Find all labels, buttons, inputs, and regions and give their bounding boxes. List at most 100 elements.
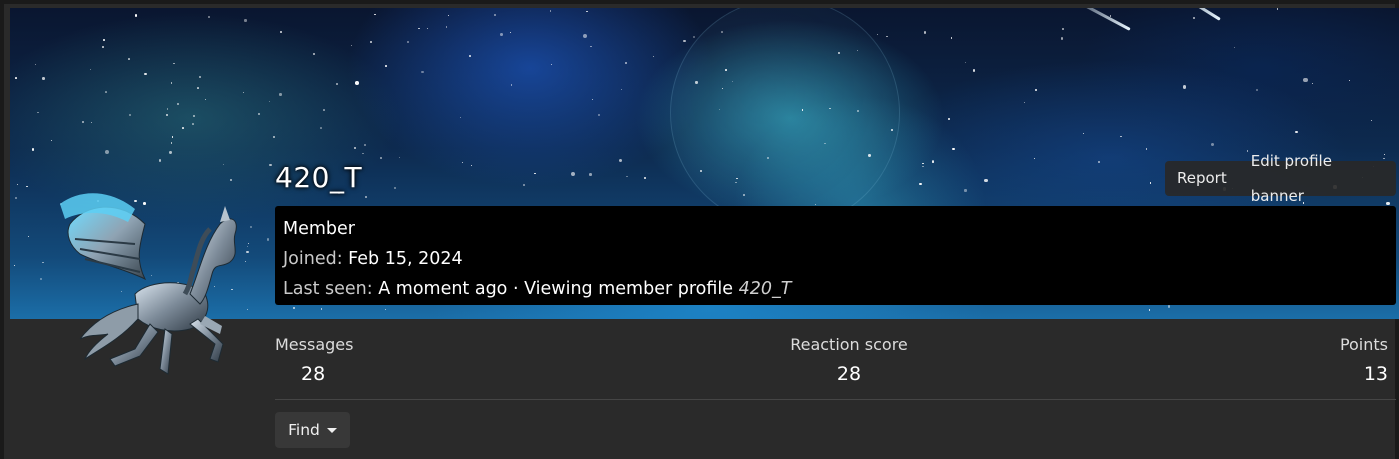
last-seen-label: Last seen:: [283, 279, 373, 299]
star-decoration: [1145, 148, 1147, 150]
report-button[interactable]: Report: [1165, 161, 1239, 196]
star-decoration: [384, 65, 387, 68]
star-decoration: [500, 32, 503, 36]
last-seen-activity: A moment ago · Viewing member profile: [378, 279, 734, 299]
star-decoration: [173, 62, 175, 64]
star-decoration: [571, 172, 576, 177]
star-decoration: [445, 26, 448, 28]
star-decoration: [509, 31, 511, 33]
star-decoration: [1083, 133, 1085, 135]
stat-reaction-score: Reaction score 28: [774, 334, 924, 388]
star-decoration: [692, 36, 695, 39]
star-decoration: [1349, 79, 1351, 82]
points-value[interactable]: 13: [1340, 360, 1388, 388]
star-decoration: [134, 14, 137, 17]
star-decoration: [354, 81, 359, 86]
profile-card: 420_T Report Edit profile banner Member …: [0, 0, 1399, 459]
star-decoration: [166, 108, 169, 110]
star-decoration: [459, 117, 461, 119]
star-decoration: [721, 31, 724, 33]
star-decoration: [1110, 15, 1112, 17]
star-decoration: [104, 91, 107, 93]
star-decoration: [1277, 8, 1279, 10]
edit-profile-banner-button[interactable]: Edit profile banner: [1239, 144, 1396, 214]
star-decoration: [193, 114, 196, 117]
star-decoration: [250, 226, 253, 229]
star-decoration: [37, 111, 39, 114]
star-decoration: [257, 112, 261, 116]
star-decoration: [394, 186, 397, 189]
find-dropdown-button[interactable]: Find: [275, 412, 350, 448]
star-decoration: [591, 98, 593, 100]
star-decoration: [620, 88, 623, 91]
joined-label: Joined:: [283, 249, 343, 269]
star-decoration: [279, 93, 282, 96]
star-decoration: [144, 72, 147, 76]
star-decoration: [886, 35, 888, 38]
star-decoration: [952, 147, 955, 151]
find-label: Find: [288, 421, 320, 439]
star-decoration: [15, 196, 17, 199]
star-decoration: [829, 107, 831, 110]
star-decoration: [922, 162, 924, 165]
star-decoration: [380, 156, 382, 159]
star-decoration: [31, 148, 35, 151]
star-decoration: [103, 39, 106, 41]
star-decoration: [351, 45, 353, 47]
star-decoration: [1303, 77, 1308, 82]
star-decoration: [856, 109, 860, 113]
star-decoration: [242, 92, 244, 94]
member-role: Member: [283, 219, 355, 239]
star-decoration: [1061, 37, 1064, 40]
star-decoration: [14, 77, 17, 80]
star-decoration: [165, 114, 168, 116]
star-decoration: [1148, 309, 1151, 311]
star-decoration: [964, 189, 967, 192]
star-decoration: [365, 195, 368, 198]
star-decoration: [1119, 135, 1122, 138]
star-decoration: [170, 142, 173, 144]
star-decoration: [1149, 182, 1152, 185]
stat-points: Points 13: [1340, 334, 1388, 388]
star-decoration: [923, 31, 927, 34]
joined-line: Joined: Feb 15, 2024: [283, 244, 1388, 274]
last-seen-line: Last seen: A moment ago · Viewing member…: [283, 274, 1388, 304]
star-decoration: [732, 80, 734, 82]
star-decoration: [1255, 88, 1258, 91]
star-decoration: [35, 63, 37, 65]
star-decoration: [272, 135, 276, 139]
star-decoration: [81, 120, 84, 123]
chevron-down-icon: [326, 428, 337, 433]
star-decoration: [589, 173, 592, 176]
star-decoration: [590, 45, 592, 48]
star-decoration: [222, 163, 225, 165]
star-decoration: [406, 40, 410, 44]
star-decoration: [279, 30, 282, 33]
star-decoration: [965, 61, 967, 64]
star-decoration: [766, 156, 769, 159]
star-decoration: [469, 54, 472, 57]
star-decoration: [26, 185, 28, 188]
star-decoration: [950, 37, 953, 39]
reaction-score-value[interactable]: 28: [774, 360, 924, 388]
last-seen-target-link[interactable]: 420_T: [739, 279, 792, 299]
joined-date: Feb 15, 2024: [348, 249, 463, 269]
winged-horse-avatar-icon[interactable]: [40, 184, 250, 389]
points-label: Points: [1339, 335, 1388, 354]
star-decoration: [695, 81, 698, 84]
star-decoration: [266, 238, 270, 241]
star-decoration: [208, 16, 211, 18]
star-decoration: [269, 100, 271, 102]
member-info-box: Member Joined: Feb 15, 2024 Last seen: A…: [275, 206, 1396, 305]
star-decoration: [14, 264, 16, 266]
star-decoration: [128, 57, 131, 60]
star-decoration: [1192, 16, 1196, 19]
star-decoration: [268, 163, 272, 167]
messages-value[interactable]: 28: [275, 360, 353, 388]
star-decoration: [921, 165, 924, 168]
star-decoration: [947, 117, 950, 120]
star-decoration: [229, 178, 232, 181]
star-decoration: [171, 136, 173, 138]
star-decoration: [1062, 28, 1065, 30]
star-decoration: [1097, 161, 1100, 164]
